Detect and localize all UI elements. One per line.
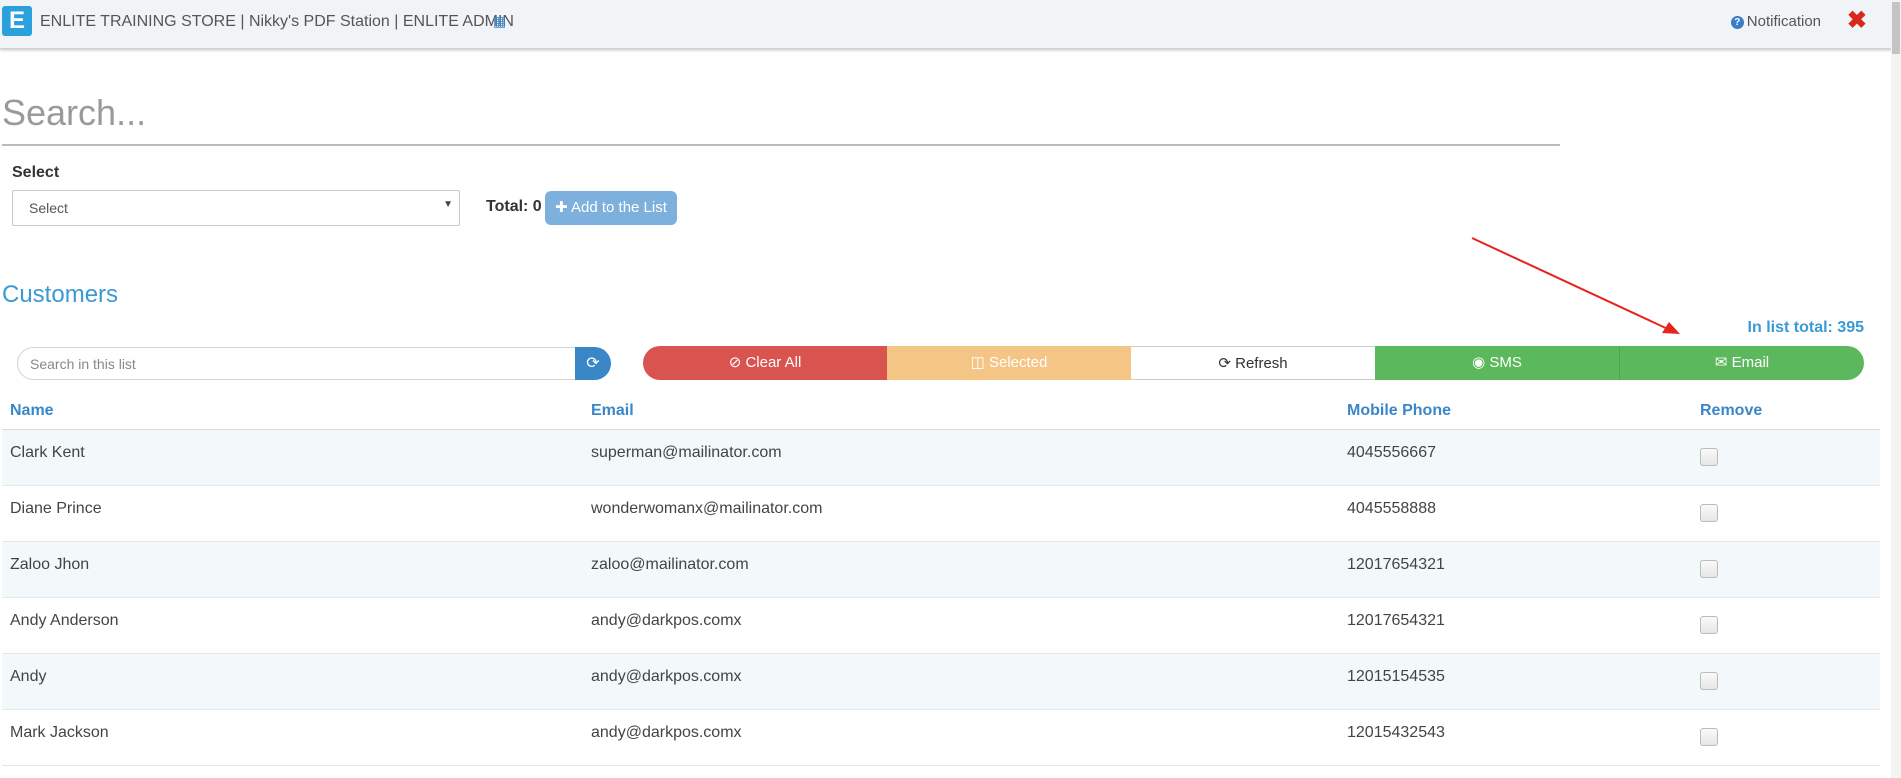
customer-email: andy@darkpos.comx [583,653,1339,710]
comment-icon: ◉ [1472,354,1486,371]
clear-all-label: Clear All [745,354,802,371]
table-row: Zaloo Jhon zaloo@mailinator.com 12017654… [2,541,1880,598]
customer-name: Diane Prince [2,485,583,542]
refresh-icon: ⟳ [1218,355,1231,372]
customers-heading: Customers [2,281,119,308]
dropdown-caret-icon: ▼ [443,199,453,210]
close-icon[interactable]: ✖ [1847,6,1867,35]
remove-cell [1692,485,1880,542]
list-search-placeholder: Search in this list [30,356,136,372]
column-header-name[interactable]: Name [2,392,583,430]
remove-checkbox[interactable] [1700,616,1718,634]
customer-phone: 12017654321 [1339,597,1692,654]
remove-checkbox[interactable] [1700,504,1718,522]
customer-phone: 4045558888 [1339,485,1692,542]
customer-phone: 12017654321 [1339,541,1692,598]
in-list-total: In list total: 395 [1747,319,1864,336]
remove-cell [1692,429,1880,486]
select-value: Select [29,200,68,216]
scrollbar-thumb[interactable] [1892,2,1900,54]
top-header: E ENLITE TRAINING STORE | Nikky's PDF St… [0,0,1901,49]
table-row: Andy Anderson andy@darkpos.comx 12017654… [2,597,1880,654]
list-search-field[interactable]: Search in this list [17,347,576,380]
switch-store-icon[interactable]: ▦ [493,13,506,30]
remove-checkbox[interactable] [1700,728,1718,746]
refresh-icon: ⟳ [586,355,600,372]
main-search-input[interactable] [2,82,1560,146]
customers-table: Name Email Mobile Phone Remove Clark Ken… [2,392,1880,766]
total-count: Total: 0 [486,198,542,215]
table-row: Clark Kent superman@mailinator.com 40455… [2,429,1880,486]
selected-label: Selected [988,354,1048,371]
plus-icon: ✚ [555,199,568,216]
annotation-arrow-icon [1471,237,1680,334]
notification-link[interactable]: ? Notification [1730,13,1821,30]
customer-email: andy@darkpos.comx [583,709,1339,766]
remove-cell [1692,597,1880,654]
table-row: Andy andy@darkpos.comx 12015154535 [2,653,1880,710]
email-label: Email [1731,354,1770,371]
customer-name: Mark Jackson [2,709,583,766]
page-scrollbar[interactable] [1891,0,1901,778]
column-header-email[interactable]: Email [583,392,1339,430]
customer-name: Andy [2,653,583,710]
add-to-list-button[interactable]: ✚ Add to the List [545,191,677,225]
customer-name: Andy Anderson [2,597,583,654]
list-refresh-button[interactable]: ⟳ [575,347,611,380]
enlite-logo-icon[interactable]: E [2,6,32,36]
customer-name: Zaloo Jhon [2,541,583,598]
notification-label: Notification [1746,13,1821,30]
trash-icon: ◫ [970,354,985,371]
customer-email: andy@darkpos.comx [583,597,1339,654]
refresh-label: Refresh [1235,355,1288,372]
customer-email: zaloo@mailinator.com [583,541,1339,598]
action-button-group: ⊘ Clear All ◫ Selected ⟳ Refresh ◉ SMS ✉… [643,346,1864,380]
remove-cell [1692,541,1880,598]
remove-checkbox[interactable] [1700,448,1718,466]
add-to-list-label: Add to the List [571,199,667,216]
sms-button[interactable]: ◉ SMS [1375,346,1620,380]
customer-name: Clark Kent [2,429,583,486]
select-label: Select [12,164,60,181]
table-header-row: Name Email Mobile Phone Remove [2,392,1880,430]
clear-all-button[interactable]: ⊘ Clear All [643,346,887,380]
email-button[interactable]: ✉ Email [1620,346,1864,380]
envelope-icon: ✉ [1714,354,1728,371]
ban-icon: ⊘ [728,354,742,371]
column-header-phone[interactable]: Mobile Phone [1339,392,1692,430]
remove-cell [1692,709,1880,766]
customer-phone: 12015432543 [1339,709,1692,766]
remove-checkbox[interactable] [1700,560,1718,578]
customer-email: superman@mailinator.com [583,429,1339,486]
customer-phone: 12015154535 [1339,653,1692,710]
table-row: Diane Prince wonderwomanx@mailinator.com… [2,485,1880,542]
remove-cell [1692,653,1880,710]
customer-email: wonderwomanx@mailinator.com [583,485,1339,542]
remove-checkbox[interactable] [1700,672,1718,690]
sms-label: SMS [1489,354,1522,371]
column-header-remove: Remove [1692,392,1880,430]
app-title: ENLITE TRAINING STORE | Nikky's PDF Stat… [40,13,514,30]
refresh-button[interactable]: ⟳ Refresh [1131,346,1375,380]
question-circle-icon: ? [1730,16,1744,29]
selected-button[interactable]: ◫ Selected [887,346,1131,380]
customer-phone: 4045556667 [1339,429,1692,486]
customer-select-dropdown[interactable]: Select ▼ [12,190,460,226]
table-row: Mark Jackson andy@darkpos.comx 120154325… [2,709,1880,766]
